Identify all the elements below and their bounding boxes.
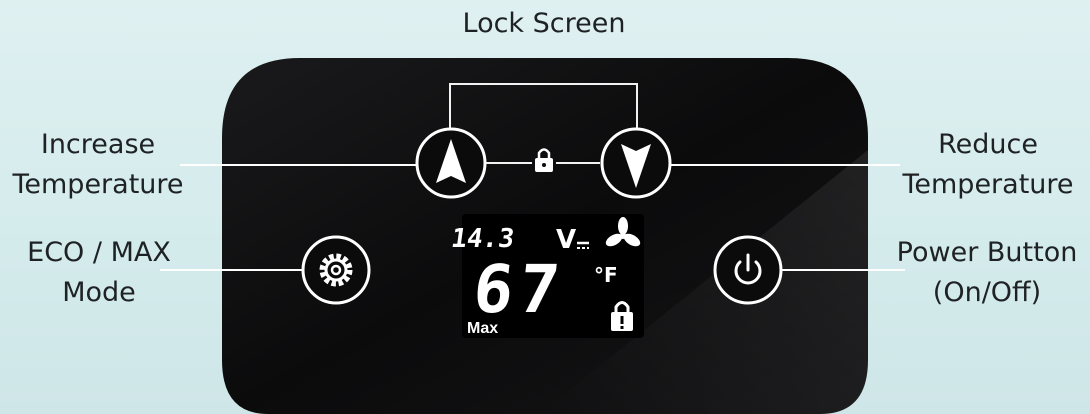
control-panel-diagram: 14.3 V 67 °F Max [160, 58, 905, 414]
display-mode-label: Max [467, 320, 498, 337]
increase-temperature-button[interactable] [415, 127, 487, 199]
eco-max-mode-button[interactable] [301, 235, 371, 305]
power-button-label: Power Button (On/Off) [896, 237, 1078, 308]
power-button[interactable] [713, 235, 783, 305]
display-voltage: 14.3 [449, 224, 516, 254]
reduce-temperature-button[interactable] [600, 127, 672, 199]
reduce-temperature-label: Reduce Temperature [902, 129, 1074, 200]
lock-screen-label: Lock Screen [462, 8, 626, 39]
led-display: 14.3 V 67 °F Max [449, 214, 644, 338]
eco-max-mode-label: ECO / MAX Mode [27, 237, 171, 308]
increase-temperature-label: Increase Temperature [12, 129, 184, 200]
display-temp-unit: °F [594, 263, 618, 287]
display-temperature: 67 [470, 251, 570, 328]
